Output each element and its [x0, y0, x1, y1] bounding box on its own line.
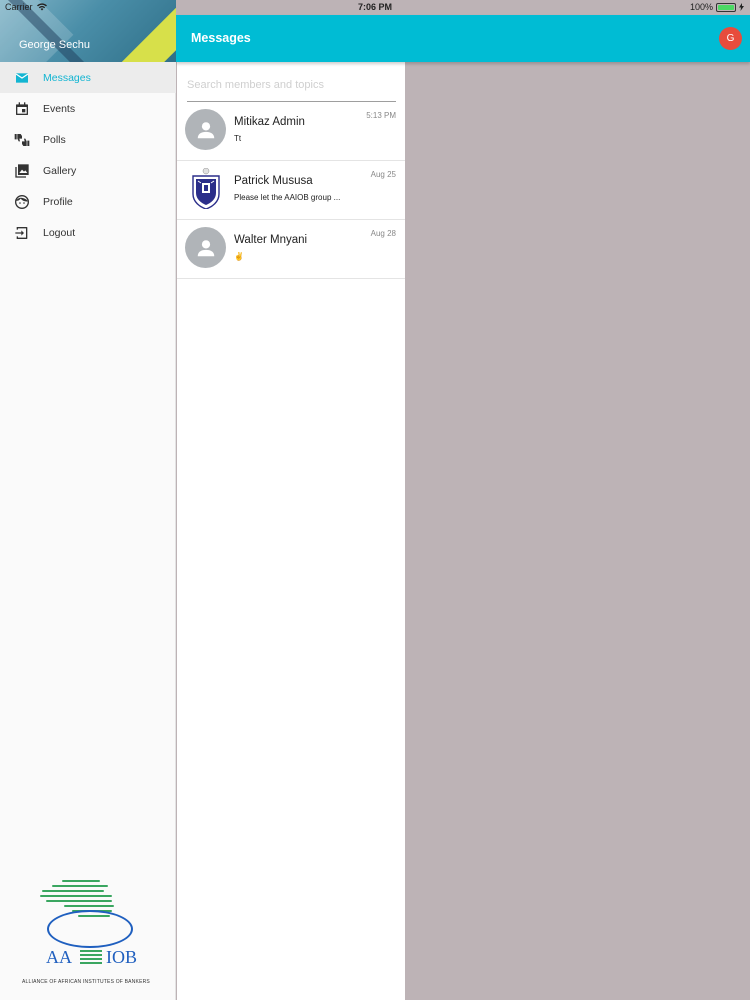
contact-name: Walter Mnyani — [234, 234, 308, 246]
mail-icon — [13, 69, 30, 86]
menu-label: Events — [43, 102, 76, 115]
conversation-list: Mitikaz Admin Tt 5:13 PM Patrick Mususa … — [177, 102, 405, 279]
clock: 7:06 PM — [357, 2, 392, 12]
crest-logo — [185, 168, 226, 209]
menu-item-gallery[interactable]: Gallery — [0, 155, 176, 186]
calendar-icon — [13, 100, 30, 117]
message-date: Aug 28 — [370, 229, 396, 238]
conversation-row[interactable]: Walter Mnyani ✌ Aug 28 — [177, 220, 405, 279]
message-preview: Tt — [234, 134, 242, 143]
message-preview: Please let the AAIOB group ... — [234, 193, 341, 202]
menu-item-polls[interactable]: Polls — [0, 124, 176, 155]
user-avatar-button[interactable]: G — [719, 27, 742, 50]
person-icon — [185, 109, 226, 150]
conversation-row[interactable]: Mitikaz Admin Tt 5:13 PM — [177, 102, 405, 161]
battery-percent: 100% — [689, 2, 713, 12]
search-field — [187, 74, 396, 102]
logo-text-right: IOB — [106, 947, 137, 967]
menu-label: Gallery — [43, 164, 77, 177]
aaiob-logo: AA IOB ALLIANCE OF AFRICAN INSTITUTES OF… — [20, 880, 160, 990]
menu-item-events[interactable]: Events — [0, 93, 176, 124]
thumbs-icon — [13, 131, 30, 148]
menu-label: Polls — [43, 133, 66, 146]
navigation-drawer: George Sechu Messages Events Polls Galle… — [0, 0, 176, 1000]
logout-icon — [13, 224, 30, 241]
page-title: Messages — [191, 31, 251, 45]
logo-tagline: ALLIANCE OF AFRICAN INSTITUTES OF BANKER… — [22, 979, 150, 985]
battery-indicator: 100% — [690, 2, 744, 12]
menu-item-messages[interactable]: Messages — [0, 62, 176, 93]
drawer-menu: Messages Events Polls Gallery Profile Lo… — [0, 62, 176, 248]
logo-text-left: AA — [46, 947, 72, 967]
photo-library-icon — [13, 162, 30, 179]
conversation-list-panel: Mitikaz Admin Tt 5:13 PM Patrick Mususa … — [177, 62, 405, 1000]
menu-item-logout[interactable]: Logout — [0, 217, 176, 248]
detail-pane — [405, 62, 750, 1000]
contact-name: Patrick Mususa — [234, 175, 313, 187]
status-bar: Carrier 7:06 PM 100% — [0, 0, 750, 15]
face-icon — [13, 193, 30, 210]
message-date: 5:13 PM — [366, 111, 396, 120]
battery-icon — [716, 2, 736, 12]
charging-icon — [739, 3, 744, 11]
menu-item-profile[interactable]: Profile — [0, 186, 176, 217]
message-date: Aug 25 — [370, 170, 396, 179]
search-input[interactable] — [187, 79, 396, 91]
message-preview: ✌ — [234, 252, 244, 261]
menu-label: Logout — [43, 226, 76, 239]
conversation-row[interactable]: Patrick Mususa Please let the AAIOB grou… — [177, 161, 405, 220]
app-bar: Messages G — [176, 15, 750, 62]
user-name: George Sechu — [19, 39, 90, 51]
menu-label: Profile — [43, 195, 73, 208]
menu-label: Messages — [43, 71, 91, 84]
person-icon — [185, 227, 226, 268]
contact-name: Mitikaz Admin — [234, 116, 305, 128]
